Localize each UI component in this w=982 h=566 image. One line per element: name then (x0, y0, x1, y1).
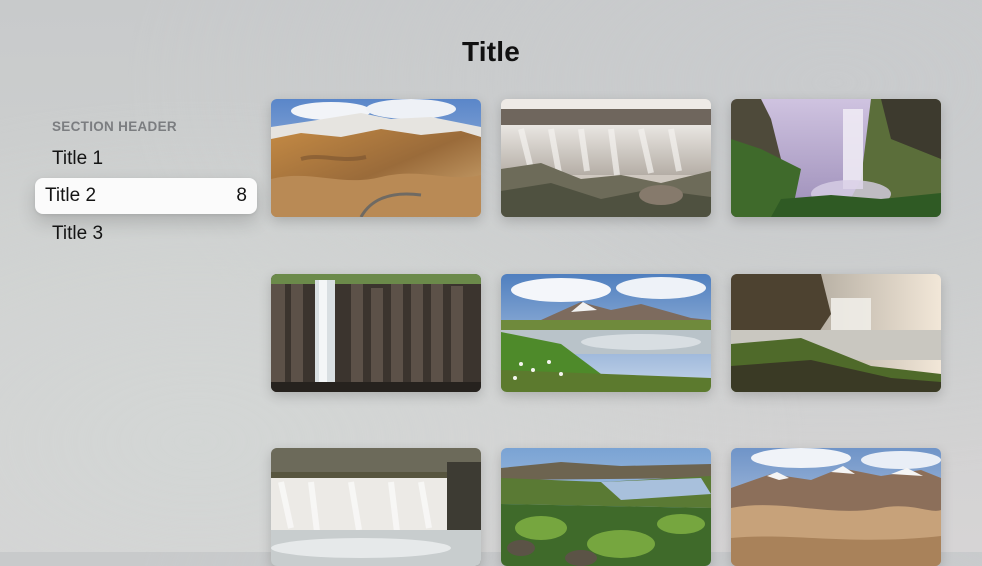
photo-tile[interactable] (501, 448, 711, 566)
sidebar-item-title-2[interactable]: Title 2 8 (35, 178, 257, 214)
photo-tile[interactable] (731, 448, 941, 566)
photo-tile[interactable] (271, 274, 481, 392)
sidebar-item-label: Title 1 (52, 147, 104, 169)
photo-tile[interactable] (731, 274, 941, 392)
section-header: SECTION HEADER (52, 119, 177, 134)
river-moss-photo (501, 448, 711, 566)
sidebar-item-count: 8 (236, 185, 247, 206)
waterfall-photo (501, 99, 711, 217)
page-title: Title (461, 36, 521, 67)
photo-tile[interactable] (731, 99, 941, 217)
sidebar-item-label: Title 3 (52, 222, 104, 244)
photo-tile[interactable] (501, 274, 711, 392)
sidebar-item-label: Title 2 (45, 185, 97, 206)
canyon-waterfall-photo (271, 448, 481, 566)
photo-tile[interactable] (501, 99, 711, 217)
photo-tile[interactable] (271, 99, 481, 217)
mountain-landscape-photo (271, 99, 481, 217)
mountain-snow-photo (731, 448, 941, 566)
coastal-waterfall-photo (731, 274, 941, 392)
basalt-waterfall-photo (271, 274, 481, 392)
sidebar-item-title-1[interactable]: Title 1 (35, 140, 257, 177)
sidebar: SECTION HEADER Title 1 Title 2 8 Title 3 (35, 114, 257, 253)
waterfall-cliff-photo (731, 99, 941, 217)
lake-meadow-photo (501, 274, 711, 392)
photo-tile[interactable] (271, 448, 481, 566)
sidebar-item-title-3[interactable]: Title 3 (35, 215, 257, 252)
